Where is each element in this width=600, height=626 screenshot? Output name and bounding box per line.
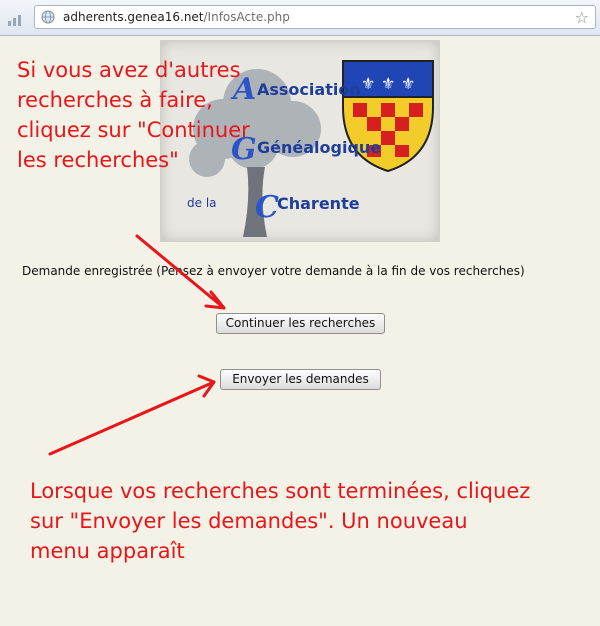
svg-text:⚜: ⚜ [361, 74, 375, 93]
status-message: Demande enregistrée (Pensez à envoyer vo… [22, 264, 525, 278]
annotation-line: Si vous avez d'autres [17, 58, 241, 82]
browser-toolbar: adherents.genea16.net/InfosActe.php ☆ [0, 0, 600, 36]
bookmark-star-icon[interactable]: ☆ [575, 8, 589, 27]
annotation-line: sur "Envoyer les demandes". Un nouveau [30, 509, 468, 533]
svg-text:⚜: ⚜ [381, 74, 395, 93]
annotation-line: recherches à faire, [17, 88, 213, 112]
svg-text:C: C [255, 190, 279, 225]
send-requests-button[interactable]: Envoyer les demandes [220, 369, 381, 390]
annotation-line: menu apparaît [30, 539, 185, 563]
continue-searching-button[interactable]: Continuer les recherches [216, 313, 385, 334]
logo-word-association: Association [257, 80, 361, 99]
logo-word-charente: Charente [277, 194, 360, 213]
globe-icon [41, 10, 55, 24]
annotation-line: les recherches" [17, 148, 179, 172]
signal-icon [8, 12, 28, 26]
arrow-to-send-icon [48, 380, 216, 456]
annotation-line: Lorsque vos recherches sont terminées, c… [30, 479, 531, 503]
annotation-continue-hint: Si vous avez d'autres recherches à faire… [17, 55, 250, 175]
logo-word-genealogique: Généalogique [257, 138, 381, 157]
url-path: /InfosActe.php [203, 10, 290, 24]
url-text: adherents.genea16.net/InfosActe.php [63, 10, 290, 24]
annotation-send-hint: Lorsque vos recherches sont terminées, c… [30, 476, 530, 566]
logo-word-de-la: de la [187, 196, 217, 210]
annotation-line: cliquez sur "Continuer [17, 118, 250, 142]
address-bar[interactable]: adherents.genea16.net/InfosActe.php ☆ [34, 5, 596, 29]
url-host: adherents.genea16.net [63, 10, 204, 24]
svg-text:⚜: ⚜ [401, 74, 415, 93]
